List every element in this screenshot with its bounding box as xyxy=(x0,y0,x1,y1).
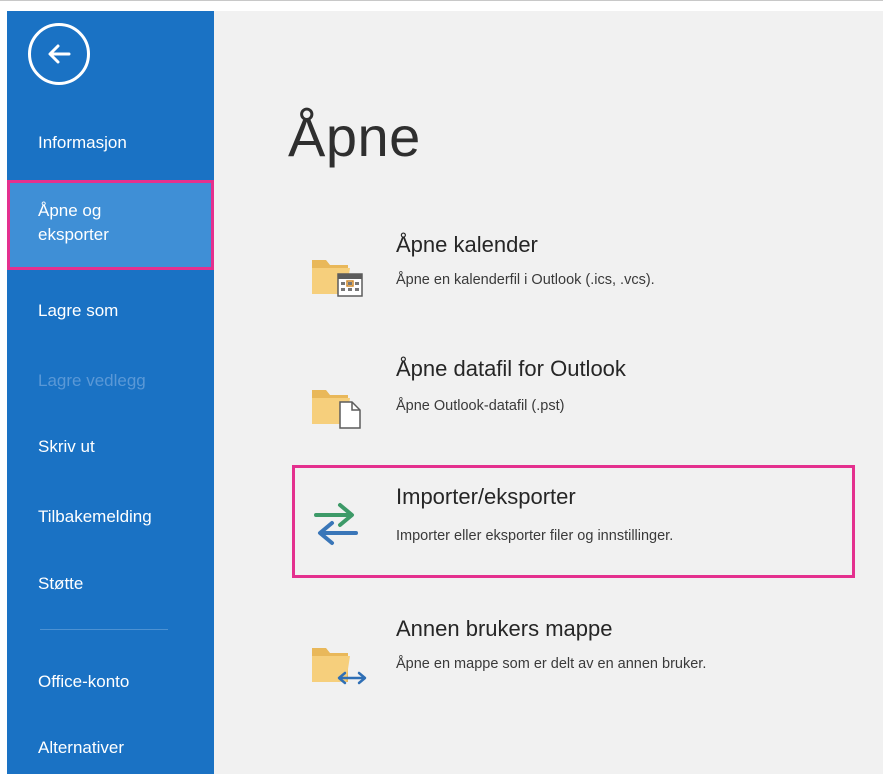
option-description: Åpne en mappe som er delt av en annen br… xyxy=(396,656,707,672)
option-title: Åpne kalender xyxy=(396,232,538,257)
nav-tilbakemelding[interactable]: Tilbakemelding xyxy=(7,505,214,529)
option-description: Åpne en kalenderfil i Outlook (.ics, .vc… xyxy=(396,272,655,288)
top-border xyxy=(0,0,883,1)
option-description: Importer eller eksporter filer og innsti… xyxy=(396,528,674,544)
nav-lagre-vedlegg: Lagre vedlegg xyxy=(38,371,146,390)
nav-informasjon[interactable]: Informasjon xyxy=(7,131,214,155)
folder-shared-icon xyxy=(310,638,370,693)
nav-apne-og-eksporter[interactable]: Åpne og eksporter xyxy=(7,180,214,270)
nav-divider xyxy=(40,629,168,630)
option-title: Åpne datafil for Outlook xyxy=(396,356,626,381)
option-other-users-folder[interactable]: Annen brukers mappe Åpne en mappe som er… xyxy=(296,612,856,702)
back-button[interactable] xyxy=(28,23,90,85)
option-description: Åpne Outlook-datafil (.pst) xyxy=(396,398,565,414)
folder-calendar-icon xyxy=(310,250,370,305)
option-title: Annen brukers mappe xyxy=(396,616,613,641)
page-title: Åpne xyxy=(288,105,421,168)
nav-stotte[interactable]: Støtte xyxy=(7,572,214,596)
option-import-export[interactable]: Importer/eksporter Importer eller ekspor… xyxy=(292,465,855,578)
left-gutter xyxy=(0,1,7,774)
folder-file-icon xyxy=(310,380,370,435)
option-open-data-file[interactable]: Åpne datafil for Outlook Åpne Outlook-da… xyxy=(296,352,856,442)
nav-alternativer[interactable]: Alternativer xyxy=(7,736,214,760)
import-export-arrows-icon xyxy=(310,499,362,554)
nav-skriv-ut[interactable]: Skriv ut xyxy=(7,435,214,459)
option-open-calendar[interactable]: Åpne kalender Åpne en kalenderfil i Outl… xyxy=(296,222,856,312)
option-title: Importer/eksporter xyxy=(396,484,576,509)
nav-office-konto[interactable]: Office-konto xyxy=(7,670,214,694)
nav-lagre-som[interactable]: Lagre som xyxy=(7,299,214,323)
back-arrow-icon xyxy=(48,44,71,64)
backstage-window: Informasjon Åpne og eksporter Lagre som … xyxy=(0,0,883,774)
